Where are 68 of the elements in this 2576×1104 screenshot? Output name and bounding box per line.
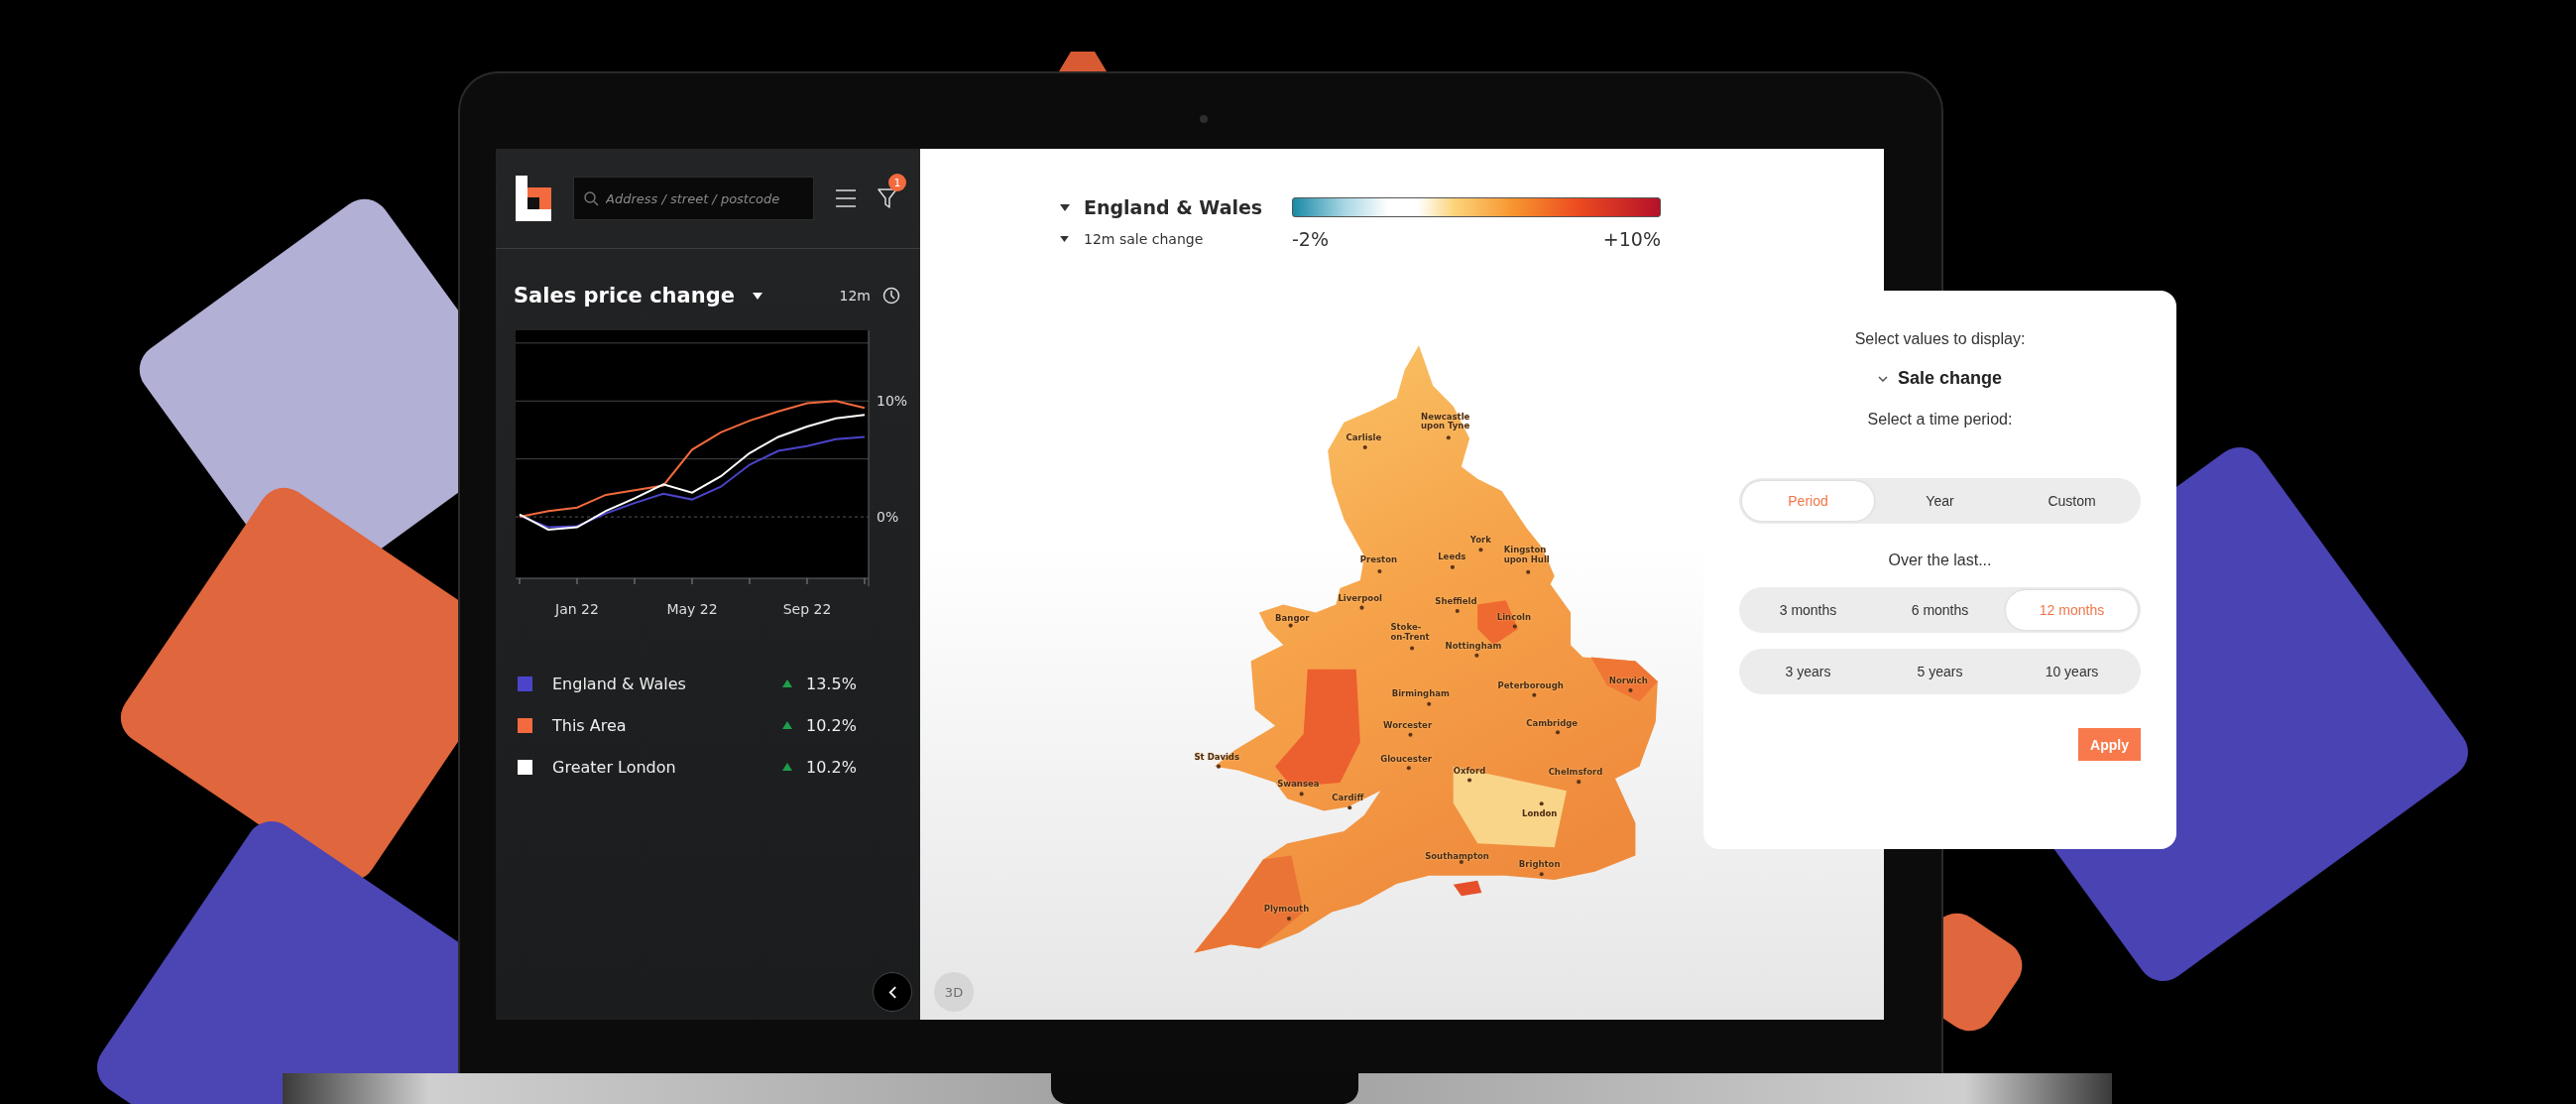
- city-label: Nottingham: [1445, 642, 1502, 653]
- city-label: Worcester: [1383, 720, 1433, 731]
- dropdown-caret-icon[interactable]: [752, 292, 762, 300]
- popup-heading: Select values to display:: [1854, 330, 2026, 348]
- city-label: Stoke-on-Trent: [1390, 622, 1431, 643]
- popup-heading: Select a time period:: [1867, 411, 2013, 429]
- dropdown-caret-icon[interactable]: [1060, 203, 1070, 211]
- change-value: 10.2%: [806, 715, 857, 735]
- city-label: London: [1522, 808, 1558, 819]
- city-label: Swansea: [1277, 780, 1320, 790]
- change-value: 10.2%: [806, 757, 857, 777]
- camera-icon: [1200, 115, 1208, 123]
- dropdown-caret-icon[interactable]: [1060, 236, 1069, 242]
- legend-label: Greater London: [552, 757, 677, 777]
- city-label: Bangor: [1275, 613, 1310, 624]
- city-label: Birmingham: [1391, 689, 1450, 699]
- city-label: Oxford: [1453, 766, 1486, 777]
- legend-label: England & Wales: [552, 674, 687, 693]
- value-selector[interactable]: Sale change: [1897, 368, 2002, 389]
- trend-up-icon: [782, 763, 792, 771]
- filter-icon[interactable]: [878, 187, 897, 209]
- period-tab[interactable]: Year: [1874, 481, 2006, 521]
- region-selector[interactable]: England & Wales: [1084, 196, 1292, 218]
- scale-max-label: +10%: [1602, 228, 1661, 250]
- range-option[interactable]: 3 months: [1742, 590, 1874, 630]
- range-option[interactable]: 3 years: [1742, 652, 1874, 691]
- range-option[interactable]: 6 months: [1874, 590, 2006, 630]
- range-option[interactable]: 5 years: [1874, 652, 2006, 691]
- city-label: York: [1469, 536, 1491, 546]
- x-tick-label: Jan 22: [555, 601, 599, 617]
- x-tick-label: May 22: [666, 601, 718, 617]
- chevron-left-icon: [887, 985, 897, 999]
- period-tab[interactable]: Custom: [2006, 481, 2138, 521]
- city-label: Leeds: [1438, 552, 1466, 562]
- scale-min-label: -2%: [1292, 228, 1329, 250]
- search-icon: [583, 190, 599, 206]
- city-label: Carlisle: [1346, 432, 1382, 443]
- city-label: Norwich: [1608, 676, 1648, 686]
- trend-up-icon: [782, 721, 792, 729]
- city-label: Southampton: [1425, 851, 1489, 862]
- y-tick-label: 10%: [877, 393, 908, 410]
- popup-heading: Over the last...: [1888, 552, 1992, 569]
- period-label: 12m: [839, 288, 871, 304]
- city-label: Liverpool: [1338, 594, 1382, 604]
- city-label: Brighton: [1518, 860, 1561, 871]
- clock-icon[interactable]: [882, 287, 900, 305]
- city-label: Gloucester: [1380, 755, 1432, 765]
- notification-badge: 1: [888, 174, 906, 191]
- range-option[interactable]: 10 years: [2006, 652, 2138, 691]
- legend-label: This Area: [552, 715, 628, 735]
- city-label: Plymouth: [1263, 905, 1310, 915]
- collapse-button[interactable]: [873, 972, 912, 1012]
- metric-title: Sales price change: [514, 284, 735, 307]
- city-label: Chelmsford: [1548, 767, 1603, 778]
- search-field[interactable]: Address / street / postcode: [573, 177, 814, 220]
- measure-selector[interactable]: 12m sale change: [1084, 231, 1292, 247]
- change-value: 13.5%: [806, 674, 857, 693]
- y-tick-label: 0%: [877, 509, 899, 526]
- city-label: Lincoln: [1496, 612, 1531, 623]
- city-label: Cardiff: [1332, 793, 1364, 803]
- x-tick-label: Sep 22: [782, 601, 832, 617]
- logo-icon: [516, 176, 551, 221]
- city-label: Sheffield: [1435, 597, 1477, 607]
- trend-up-icon: [782, 679, 792, 687]
- city-label: Cambridge: [1526, 718, 1579, 729]
- chevron-down-icon[interactable]: [1877, 375, 1888, 382]
- menu-icon[interactable]: [836, 189, 856, 207]
- city-label: Peterborough: [1497, 680, 1564, 691]
